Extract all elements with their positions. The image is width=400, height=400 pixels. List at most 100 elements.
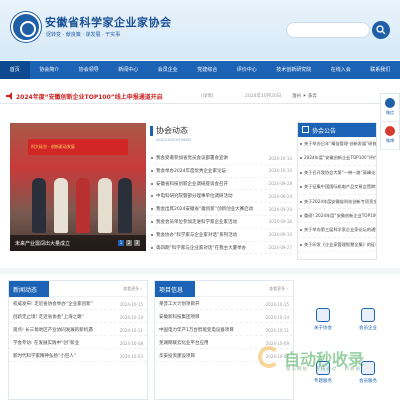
news-more-link[interactable]: 查看更多 › bbox=[123, 286, 142, 292]
announcement-headline[interactable]: 2024年度“安徽创新企业TOP100”线上申报通道开启 bbox=[16, 92, 163, 101]
news-title: 中电科研究院暨部分理事单位调研活动 bbox=[156, 194, 233, 200]
list-item[interactable]: 我会协办“科学家与企业家对话”系列活动 2024-09-10 bbox=[150, 229, 292, 242]
megaphone-icon bbox=[6, 92, 12, 100]
project-date: 2024-10-11 bbox=[265, 327, 289, 333]
nav-item-home[interactable]: 首页 bbox=[0, 61, 30, 79]
list-item[interactable]: 创新无止境! 走近省协会“上海之路” 2024-10-14 bbox=[9, 310, 147, 323]
watermark-tagline: 提交网站 · 审核通过 · 秒收录 bbox=[286, 367, 362, 372]
nav-item-about[interactable]: 协会简介 bbox=[30, 61, 70, 79]
list-item[interactable]: 第四期“科学家与企业家对话”在我主大厦举办 2024-09-27 bbox=[150, 242, 292, 255]
project-more-link[interactable]: 查看更多 › bbox=[269, 286, 288, 292]
carousel-person bbox=[76, 178, 90, 233]
news-title: 我会受邀参加省党员会议部署会宣讲 bbox=[156, 156, 228, 161]
search-button[interactable] bbox=[372, 21, 390, 39]
news-date: 2024-09-10 bbox=[268, 232, 292, 238]
wechat-label: 微信 bbox=[386, 110, 394, 115]
carousel-dot[interactable]: 2 bbox=[126, 240, 132, 246]
carousel-person bbox=[32, 178, 46, 233]
site-header: 安徽省科学家企业家协会 促转变 · 献良策 · 谋发展 · 干实事 bbox=[0, 0, 400, 60]
list-item[interactable]: 关于2024年度安徽省科技创新专项资金申报的通知 bbox=[298, 195, 376, 209]
news-date: 2024-10-14 bbox=[268, 155, 292, 161]
carousel-dot[interactable]: 3 bbox=[134, 240, 140, 246]
service-tile-about[interactable]: 关于协会 bbox=[305, 305, 341, 337]
list-item[interactable]: 新时代科学家精神弘扬“小巨人” 2024-10-03 bbox=[9, 349, 147, 362]
weibo-button[interactable]: 微博 bbox=[381, 122, 399, 150]
news-card-tab: 新闻动态 bbox=[9, 281, 49, 297]
wechat-button[interactable]: 微信 bbox=[381, 94, 399, 122]
news-title: 学会专访: 在发展实践中“创”新业 bbox=[13, 341, 80, 346]
notice-title: 2024年度“安徽创新企业TOP100”评价公示 bbox=[304, 155, 376, 161]
weather-info: 淮州 ☀ 多云 bbox=[292, 94, 317, 99]
news-title: 我会协办“科学家与企业家对话”系列活动 bbox=[156, 232, 238, 238]
news-carousel[interactable]: 科大硅谷 · 创新驱动发展 未来产业需闯出大量成立 1 2 3 bbox=[10, 123, 146, 251]
news-date: 2024-09-16 bbox=[268, 219, 292, 225]
association-news-list: 我会受邀参加省党员会议部署会宣讲 2024-10-14 我会举办2024年度优秀企… bbox=[150, 152, 292, 255]
news-date: 2024-09-24 bbox=[268, 193, 292, 199]
service-tile-label: 会员企业 bbox=[359, 326, 377, 331]
project-title: 莱普工大计划项目开 bbox=[159, 302, 200, 307]
nav-item-members[interactable]: 会员企业 bbox=[148, 61, 188, 79]
association-news-header: 协会动态 ASSOCIATION NEWS bbox=[150, 124, 290, 148]
project-title: 芜湖网联云化业平台应用 bbox=[159, 341, 209, 346]
carousel-dots: 1 2 3 bbox=[118, 240, 140, 246]
nav-item-research[interactable]: 技术创新研究院 bbox=[267, 61, 322, 79]
news-card: 新闻动态 查看更多 › 权威发布! 走近省协会举办“企业家创新” 2024-10-… bbox=[8, 280, 148, 400]
list-item[interactable]: 重磅! 2024年度“安徽创新企业TOP100”评价公告 bbox=[298, 209, 376, 224]
notice-title: 关于召开我协会大第“一带一路”高峰论坛的通知 bbox=[304, 169, 376, 175]
project-card: 项目信息 查看更多 › 莱普工大计划项目开 2024-10-15 安徽新科技集团项… bbox=[154, 280, 294, 400]
news-date: 2024-10-08 bbox=[119, 340, 143, 346]
carousel-dot[interactable]: 1 bbox=[118, 240, 124, 246]
nav-item-join[interactable]: 在线入会 bbox=[321, 61, 361, 79]
list-item[interactable]: 关于召开我协会大第“一带一路”高峰论坛的通知 bbox=[298, 166, 376, 181]
nav-item-party[interactable]: 党建综合 bbox=[188, 61, 228, 79]
list-item[interactable]: 中电科研究院暨部分理事单位调研活动 2024-09-24 bbox=[150, 190, 292, 204]
news-title: 我会举办2024年度优秀企业家论坛 bbox=[156, 168, 226, 174]
association-notice-panel: 协会公告 关于举办日年“精益管理·创新发展”研修班的通知 2024年度“安徽创新… bbox=[297, 122, 377, 260]
list-item[interactable]: 安徽新科技集团项目 2024-10-14 bbox=[155, 310, 293, 323]
nav-item-leaders[interactable]: 协会领导 bbox=[69, 61, 109, 79]
project-date: 2024-10-14 bbox=[265, 314, 289, 320]
list-item[interactable]: 我会受邀参加省党员会议部署会宣讲 2024-10-14 bbox=[150, 152, 292, 165]
news-title: 权威发布! 走近省协会举办“企业家创新” bbox=[13, 302, 93, 307]
search-input[interactable] bbox=[286, 22, 370, 38]
announcement-detail-link[interactable]: [详情] bbox=[201, 93, 214, 99]
list-item[interactable]: 关于举办第三届科学家企业家论坛的通知 bbox=[298, 223, 376, 238]
building-icon bbox=[316, 308, 330, 322]
notice-title: 重磅! 2024年度“安徽创新企业TOP100”评价公告 bbox=[304, 212, 376, 218]
list-item[interactable]: 我会举办2024年度优秀企业家论坛 2024-10-10 bbox=[150, 165, 292, 178]
users-icon bbox=[361, 308, 375, 322]
list-item[interactable]: 我会会员单位参加走进科学家企业家活动 2024-09-16 bbox=[150, 216, 292, 229]
site-title[interactable]: 安徽省科学家企业家协会 bbox=[45, 14, 172, 30]
news-date: 2024-09-28 bbox=[268, 181, 292, 187]
association-news-title: 协会动态 bbox=[156, 126, 188, 135]
list-item[interactable]: 中国电力年产1万台智能变电设备项目 2024-10-11 bbox=[155, 323, 293, 336]
list-item[interactable]: 学会专访: 在发展实践中“创”新业 2024-10-08 bbox=[9, 336, 147, 349]
list-item[interactable]: 2024年度“安徽创新企业TOP100”评价公示 bbox=[298, 151, 376, 166]
service-tile-members[interactable]: 会员企业 bbox=[350, 305, 386, 337]
carousel-person bbox=[98, 178, 112, 233]
watermark-overlay: 自动秒收录 提交网站 · 审核通过 · 秒收录 bbox=[258, 342, 398, 382]
association-news-subtitle: ASSOCIATION NEWS bbox=[156, 138, 192, 142]
nav-item-contact[interactable]: 联系我们 bbox=[361, 61, 400, 79]
notice-title: 关于征集中国国际机电产品交易会暨跨境贸易企业 bbox=[304, 184, 376, 190]
current-date: 2024年10月20日 bbox=[245, 94, 282, 99]
list-item[interactable]: 观点! 长三角地区产业协同发展的新机遇 2024-10-11 bbox=[9, 323, 147, 336]
project-card-title: 项目信息 bbox=[159, 287, 184, 294]
list-item[interactable]: 我会出席2024安徽省“徽创新”创新创业大赛启动 2024-09-20 bbox=[150, 203, 292, 216]
nav-item-news[interactable]: 新闻中心 bbox=[109, 61, 149, 79]
notice-title: 关于印发《企业家管理智慧全集》的征稿函 bbox=[304, 241, 376, 247]
list-item[interactable]: 关于印发《企业家管理智慧全集》的征稿函 bbox=[298, 238, 376, 253]
carousel-caption-text[interactable]: 未来产业需闯出大量成立 bbox=[15, 240, 70, 247]
nav-item-evaluation[interactable]: 评价中心 bbox=[227, 61, 267, 79]
list-item[interactable]: 莱普工大计划项目开 2024-10-15 bbox=[155, 297, 293, 310]
list-item[interactable]: 关于举办日年“精益管理·创新发展”研修班的通知 bbox=[298, 137, 376, 152]
list-item[interactable]: 关于征集中国国际机电产品交易会暨跨境贸易企业 bbox=[298, 180, 376, 195]
list-item[interactable]: 安徽省科技创新企业调研座谈会召开 2024-09-28 bbox=[150, 178, 292, 191]
notice-title: 关于2024年度安徽省科技创新专项资金申报的通知 bbox=[304, 198, 376, 204]
association-logo[interactable] bbox=[11, 12, 41, 42]
project-title: 中国电力年产1万台智能变电设备项目 bbox=[159, 328, 234, 333]
list-item[interactable]: 权威发布! 走近省协会举办“企业家创新” 2024-10-15 bbox=[9, 297, 147, 310]
news-title: 我会出席2024安徽省“徽创新”创新创业大赛启动 bbox=[156, 207, 254, 213]
section-divider bbox=[0, 268, 400, 274]
notice-title: 关于举办日年“精益管理·创新发展”研修班的通知 bbox=[304, 141, 376, 146]
